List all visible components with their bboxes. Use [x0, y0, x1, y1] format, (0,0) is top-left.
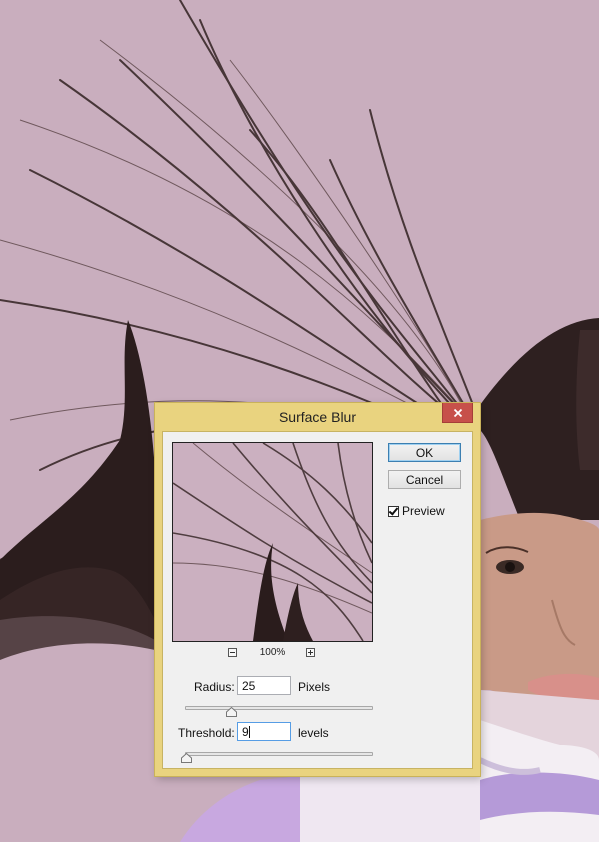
threshold-label: Threshold: [178, 726, 235, 740]
dialog-titlebar[interactable]: Surface Blur [155, 403, 480, 430]
threshold-input[interactable]: 9 [237, 722, 291, 741]
zoom-in-icon[interactable] [306, 648, 315, 657]
radius-unit: Pixels [298, 680, 331, 694]
close-icon [453, 408, 462, 417]
radius-value: 25 [242, 679, 256, 693]
preview-checkbox-row[interactable]: Preview [388, 504, 445, 518]
threshold-value: 9 [242, 725, 249, 739]
preview-label: Preview [402, 504, 445, 518]
checkmark-icon [388, 504, 399, 516]
zoom-controls: 100% [172, 646, 373, 660]
zoom-level: 100% [259, 647, 286, 658]
dialog-body: 100% OK Cancel Preview Radius: 25 Pixels… [162, 431, 473, 769]
radius-input[interactable]: 25 [237, 676, 291, 695]
radius-slider[interactable] [185, 706, 373, 710]
filter-preview-image[interactable] [172, 442, 373, 642]
radius-label: Radius: [194, 680, 235, 694]
close-button[interactable] [442, 403, 473, 423]
dialog-title: Surface Blur [278, 409, 357, 425]
threshold-slider[interactable] [185, 752, 373, 756]
surface-blur-dialog: Surface Blur 100% OK Cancel Preview Radi… [155, 403, 480, 776]
text-caret [248, 726, 250, 738]
radius-slider-thumb[interactable] [225, 707, 237, 717]
ok-button[interactable]: OK [388, 443, 461, 462]
threshold-unit: levels [298, 726, 329, 740]
cancel-button[interactable]: Cancel [388, 470, 461, 489]
threshold-slider-thumb[interactable] [180, 753, 192, 763]
preview-checkbox[interactable] [388, 504, 399, 517]
